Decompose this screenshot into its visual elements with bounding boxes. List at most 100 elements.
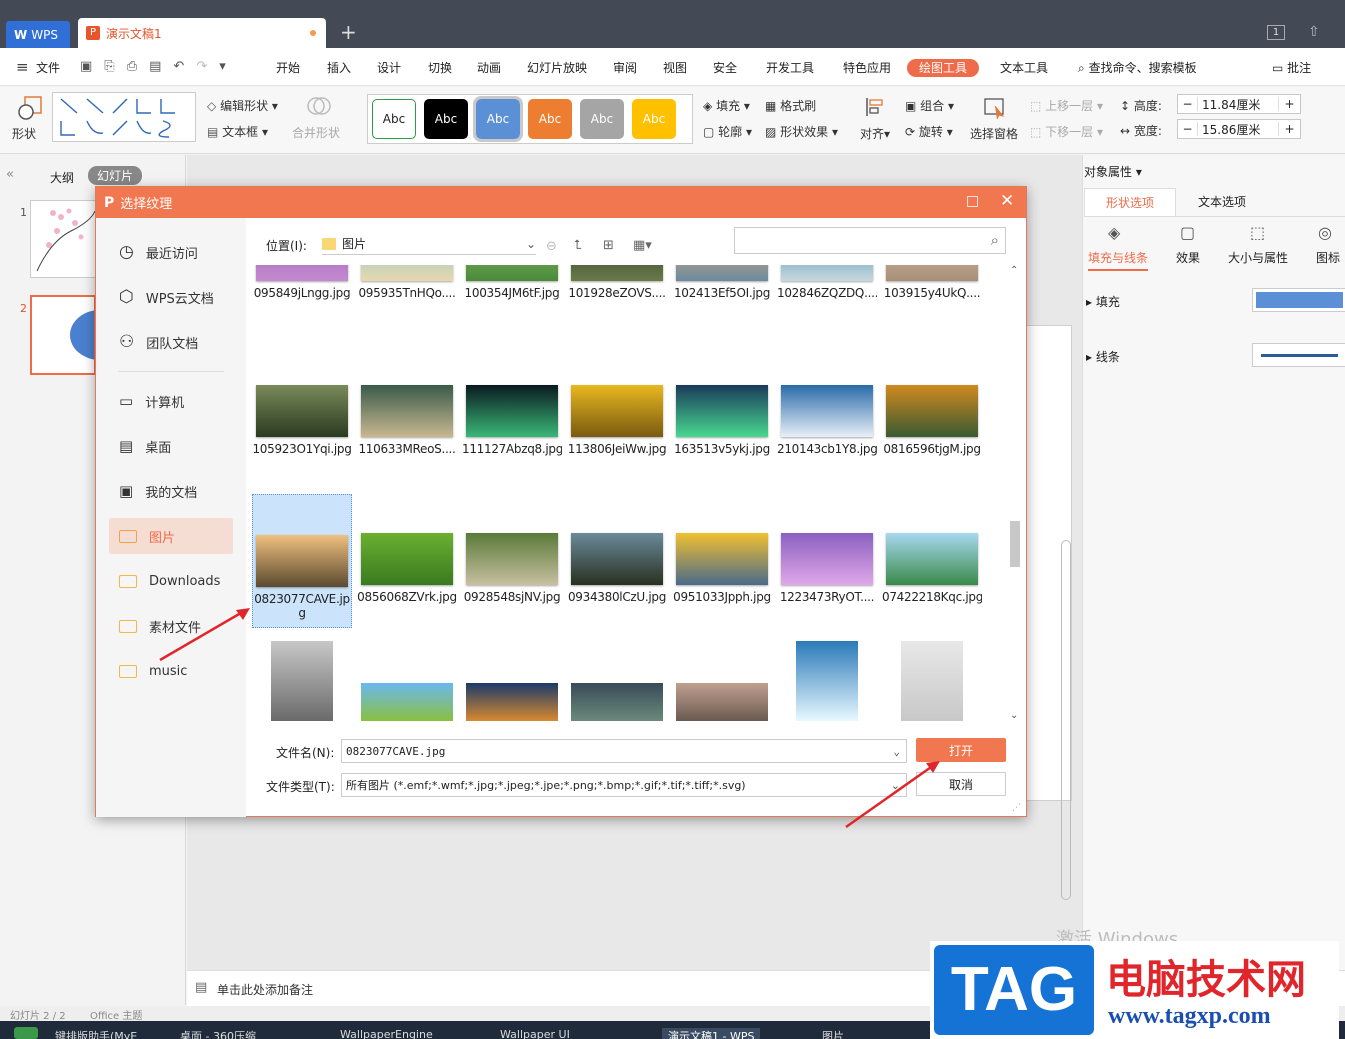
back-icon[interactable]: ⊖ (546, 239, 557, 254)
file-thumbnail[interactable] (571, 683, 663, 721)
preview-icon[interactable]: ▤ (149, 59, 161, 74)
filetype-select[interactable]: 所有图片 (*.emf;*.wmf;*.jpg;*.jpeg;*.jpe;*.p… (341, 773, 907, 797)
file-thumbnail[interactable] (796, 641, 858, 721)
bring-forward-button[interactable]: ⬚ 上移一层 ▾ (1030, 97, 1103, 114)
menu-review[interactable]: 审阅 (613, 59, 637, 77)
slide-thumbnail-2[interactable] (30, 295, 96, 375)
tab-text-options[interactable]: 文本选项 (1176, 188, 1268, 216)
canvas-scrollbar[interactable] (1061, 540, 1071, 900)
nav-recent[interactable]: ◷ 最近访问 (109, 234, 233, 270)
width-decrement[interactable]: − (1178, 122, 1198, 136)
scroll-up-icon[interactable]: ⌃ (1010, 265, 1018, 276)
align-icon[interactable] (864, 96, 886, 118)
grid-scrollbar[interactable]: ⌃ ⌄ (1008, 265, 1022, 721)
menu-slideshow[interactable]: 幻灯片放映 (527, 59, 587, 77)
scroll-thumb[interactable] (1010, 521, 1020, 567)
nav-pictures[interactable]: 图片 (109, 518, 233, 554)
file-thumbnail[interactable] (466, 683, 558, 721)
new-tab-button[interactable]: + (340, 20, 357, 44)
rotate-button[interactable]: ⟳ 旋转 ▾ (905, 123, 953, 140)
hamburger-icon[interactable]: ≡ (16, 58, 29, 76)
fill-color-picker[interactable] (1252, 288, 1345, 312)
height-decrement[interactable]: − (1178, 97, 1198, 111)
format-brush-button[interactable]: ▦ 格式刷 (765, 97, 816, 114)
menu-view[interactable]: 视图 (663, 59, 687, 77)
shape-effect-button[interactable]: ▨ 形状效果 ▾ (765, 123, 838, 140)
nav-wps-cloud[interactable]: ⬡ WPS云文档 (109, 279, 233, 315)
nav-my-documents[interactable]: ▣ 我的文档 (109, 473, 233, 509)
resize-grip-icon[interactable]: ⋰ (1012, 803, 1021, 813)
file-item[interactable]: 095849jLngg.jpg (252, 265, 352, 300)
file-item[interactable]: 102413Ef5OI.jpg (672, 265, 772, 300)
file-item[interactable]: 095935TnHQo.... (357, 265, 457, 300)
line-style-picker[interactable] (1252, 343, 1345, 367)
export-icon[interactable]: ⎘ (104, 59, 114, 74)
file-item[interactable]: 07422218Kqc.jpg (882, 533, 982, 604)
save-icon[interactable]: ▣ (80, 59, 92, 74)
menu-comment[interactable]: ▭ 批注 (1272, 59, 1311, 77)
file-item[interactable]: 103915y4UkQ.... (882, 265, 982, 300)
taskbar-item[interactable]: WallpaperEngine (340, 1028, 433, 1039)
file-item-selected[interactable]: 0823077CAVE.jpg (252, 494, 352, 628)
width-increment[interactable]: + (1278, 122, 1300, 136)
print-icon[interactable]: ⎙ (127, 59, 137, 74)
edit-shape-button[interactable]: ◇ 编辑形状 ▾ (207, 97, 278, 114)
tab-outline[interactable]: 大纲 (50, 169, 74, 186)
file-item[interactable]: 210143cb1Y8.jpg (777, 385, 877, 456)
redo-icon[interactable]: ↷ (196, 59, 207, 74)
start-app-icon[interactable] (14, 1027, 38, 1039)
menu-home[interactable]: 开始 (276, 59, 300, 77)
subtab-size[interactable]: 大小与属性 (1228, 249, 1288, 266)
style-orange[interactable]: Abc (528, 99, 572, 139)
nav-team-docs[interactable]: ⚇ 团队文档 (109, 324, 233, 360)
line-shape-gallery[interactable] (52, 92, 196, 142)
file-item[interactable]: 101928eZOVS.... (567, 265, 667, 300)
new-folder-icon[interactable]: ⊞ (603, 238, 614, 253)
width-field[interactable]: − 15.86厘米 + (1177, 119, 1301, 139)
tab-shape-options[interactable]: 形状选项 (1084, 188, 1176, 216)
file-thumbnail[interactable] (271, 641, 333, 721)
taskbar-item[interactable]: 键排版助手(MyE (55, 1028, 137, 1039)
file-thumbnail[interactable] (901, 641, 963, 721)
undo-icon[interactable]: ↶ (173, 59, 184, 74)
menu-text-tools[interactable]: 文本工具 (1000, 59, 1048, 77)
send-backward-button[interactable]: ⬚ 下移一层 ▾ (1030, 123, 1103, 140)
taskbar-item[interactable]: 桌面 - 360压缩 (180, 1028, 256, 1039)
group-button[interactable]: ▣ 组合 ▾ (905, 97, 954, 114)
file-item[interactable]: 0951033Jpph.jpg (672, 533, 772, 604)
line-section[interactable]: ▸ 线条 (1086, 348, 1120, 365)
collapse-panel-icon[interactable]: « (6, 167, 14, 182)
taskbar-item[interactable]: 图片 (822, 1028, 844, 1039)
fill-button[interactable]: ◈ 填充 ▾ (703, 97, 750, 114)
style-gold[interactable]: Abc (632, 99, 676, 139)
height-increment[interactable]: + (1278, 97, 1300, 111)
filename-input[interactable]: 0823077CAVE.jpg ⌄ (341, 739, 907, 763)
scroll-down-icon[interactable]: ⌄ (1010, 710, 1018, 721)
shape-icon[interactable] (16, 95, 44, 121)
menu-transition[interactable]: 切换 (428, 59, 452, 77)
file-item[interactable]: 0856068ZVrk.jpg (357, 533, 457, 604)
style-blue[interactable]: Abc (473, 96, 523, 142)
up-folder-icon[interactable]: ⮤ (574, 238, 582, 253)
menu-design[interactable]: 设计 (377, 59, 401, 77)
taskbar-item-active[interactable]: 演示文稿1 - WPS (662, 1028, 761, 1039)
file-thumbnail[interactable] (676, 683, 768, 721)
location-dropdown[interactable]: 图片 ⌄ (322, 233, 536, 255)
file-item[interactable]: 110633MReoS.... (357, 385, 457, 456)
textbox-button[interactable]: ▤ 文本框 ▾ (207, 123, 268, 140)
file-item[interactable]: 105923O1Yqi.jpg (252, 385, 352, 456)
slide-thumbnail-1[interactable] (30, 200, 96, 278)
document-tab[interactable]: P 演示文稿1 (78, 18, 326, 48)
menu-file[interactable]: 文件 (36, 59, 60, 77)
nav-downloads[interactable]: Downloads (109, 563, 233, 599)
style-black[interactable]: Abc (424, 99, 468, 139)
subtab-effect[interactable]: 效果 (1176, 249, 1200, 266)
subtab-icon[interactable]: 图标 (1316, 249, 1340, 266)
more-icon[interactable]: ▾ (219, 59, 226, 74)
subtab-fill-line[interactable]: 填充与线条 (1088, 249, 1149, 271)
maximize-icon[interactable]: □ (966, 193, 979, 209)
outline-button[interactable]: ▢ 轮廓 ▾ (703, 123, 752, 140)
file-item[interactable]: 0934380lCzU.jpg (567, 533, 667, 604)
fill-section[interactable]: ▸ 填充 (1086, 293, 1120, 310)
file-thumbnail[interactable] (361, 683, 453, 721)
